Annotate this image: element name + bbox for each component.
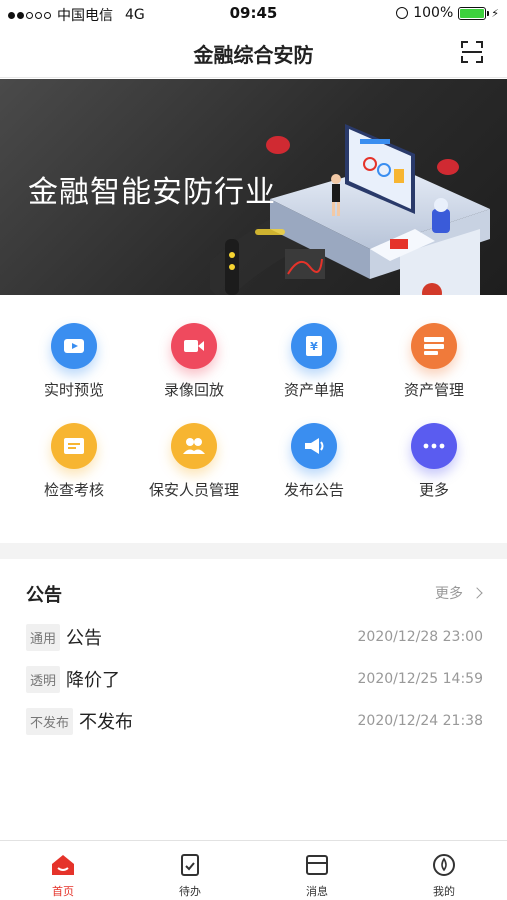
grid-label: 保安人员管理 bbox=[148, 481, 239, 499]
grid-label: 更多 bbox=[418, 481, 449, 499]
notice-more-link[interactable]: 更多 bbox=[435, 583, 483, 603]
section-divider bbox=[0, 543, 507, 559]
battery-icon bbox=[458, 6, 490, 20]
grid-label: 资产单据 bbox=[283, 381, 344, 399]
tab-message[interactable]: 消息 bbox=[254, 841, 380, 900]
tab-profile[interactable]: 我的 bbox=[381, 841, 507, 900]
chevron-right-icon bbox=[471, 587, 483, 599]
notice-item-title: 不发布 bbox=[79, 712, 134, 733]
notice-item-time: 2020/12/24 21:38 bbox=[357, 713, 484, 729]
security-staff-icon bbox=[171, 423, 217, 469]
battery-percent: 100% bbox=[413, 5, 454, 21]
video-preview-icon bbox=[51, 323, 97, 369]
notice-item[interactable]: 透明 降价了 2020/12/25 14:59 bbox=[26, 665, 483, 693]
message-icon bbox=[306, 855, 328, 875]
banner[interactable]: 金融智能安防行业 bbox=[0, 79, 507, 295]
notice-tag: 透明 bbox=[26, 665, 61, 693]
more-icon bbox=[411, 423, 457, 469]
notice-item[interactable]: 不发布 不发布 2020/12/24 21:38 bbox=[26, 707, 483, 735]
home-icon bbox=[52, 855, 74, 875]
notice-item-title: 公告 bbox=[66, 628, 103, 649]
grid-item-more[interactable]: 更多 bbox=[379, 423, 489, 500]
notice-item[interactable]: 通用 公告 2020/12/28 23:00 bbox=[26, 623, 483, 651]
grid-item-video-playback[interactable]: 录像回放 bbox=[139, 323, 249, 400]
grid-item-announcement[interactable]: 发布公告 bbox=[259, 423, 369, 500]
tab-todo[interactable]: 待办 bbox=[127, 841, 253, 900]
notice-tag: 通用 bbox=[26, 623, 61, 651]
notice-more-label: 更多 bbox=[435, 586, 463, 602]
tab-bar: 首页 待办 消息 我的 bbox=[0, 840, 507, 900]
banner-text: 金融智能安防行业 bbox=[28, 175, 276, 210]
todo-icon bbox=[181, 854, 199, 876]
page-title: 金融综合安防 bbox=[193, 43, 314, 67]
grid-item-asset-management[interactable]: 资产管理 bbox=[379, 323, 489, 400]
asset-document-icon: ¥ bbox=[291, 323, 337, 369]
status-bar: 中国电信 4G 09:45 100% ⚡ bbox=[0, 0, 507, 26]
status-right: 100% ⚡ bbox=[396, 5, 499, 21]
grid-label: 检查考核 bbox=[43, 481, 104, 499]
notice-title: 公告 bbox=[26, 585, 62, 606]
tab-label: 首页 bbox=[52, 885, 74, 898]
svg-text:¥: ¥ bbox=[310, 340, 318, 353]
announcement-icon bbox=[291, 423, 337, 469]
notice-section: 公告 更多 通用 公告 2020/12/28 23:00 透明 降价了 2020… bbox=[0, 559, 507, 839]
video-playback-icon bbox=[171, 323, 217, 369]
grid-item-asset-document[interactable]: ¥ 资产单据 bbox=[259, 323, 369, 400]
grid-label: 录像回放 bbox=[163, 381, 224, 399]
orientation-lock-icon bbox=[396, 7, 409, 19]
notice-item-time: 2020/12/28 23:00 bbox=[357, 629, 484, 645]
scan-icon bbox=[461, 41, 483, 63]
notice-item-time: 2020/12/25 14:59 bbox=[357, 671, 484, 687]
profile-icon bbox=[433, 854, 455, 876]
tab-label: 消息 bbox=[306, 885, 328, 898]
grid-label: 发布公告 bbox=[283, 481, 344, 499]
feature-grid: 实时预览 录像回放 ¥ 资产单据 资产管理 检查考核 保安人员管理 发布公告 更… bbox=[0, 295, 507, 540]
tab-label: 待办 bbox=[179, 885, 201, 898]
notice-item-title: 降价了 bbox=[66, 670, 121, 691]
inspection-icon bbox=[51, 423, 97, 469]
grid-label: 实时预览 bbox=[43, 381, 104, 399]
tab-home[interactable]: 首页 bbox=[0, 841, 126, 900]
notice-tag: 不发布 bbox=[26, 707, 74, 735]
scan-button[interactable] bbox=[461, 41, 483, 63]
tab-label: 我的 bbox=[433, 885, 455, 898]
asset-management-icon bbox=[411, 323, 457, 369]
nav-bar: 金融综合安防 bbox=[0, 26, 507, 78]
grid-item-inspection[interactable]: 检查考核 bbox=[19, 423, 129, 500]
grid-item-realtime-preview[interactable]: 实时预览 bbox=[19, 323, 129, 400]
charging-icon: ⚡ bbox=[491, 6, 499, 20]
grid-label: 资产管理 bbox=[403, 381, 464, 399]
grid-item-security-staff[interactable]: 保安人员管理 bbox=[139, 423, 249, 500]
